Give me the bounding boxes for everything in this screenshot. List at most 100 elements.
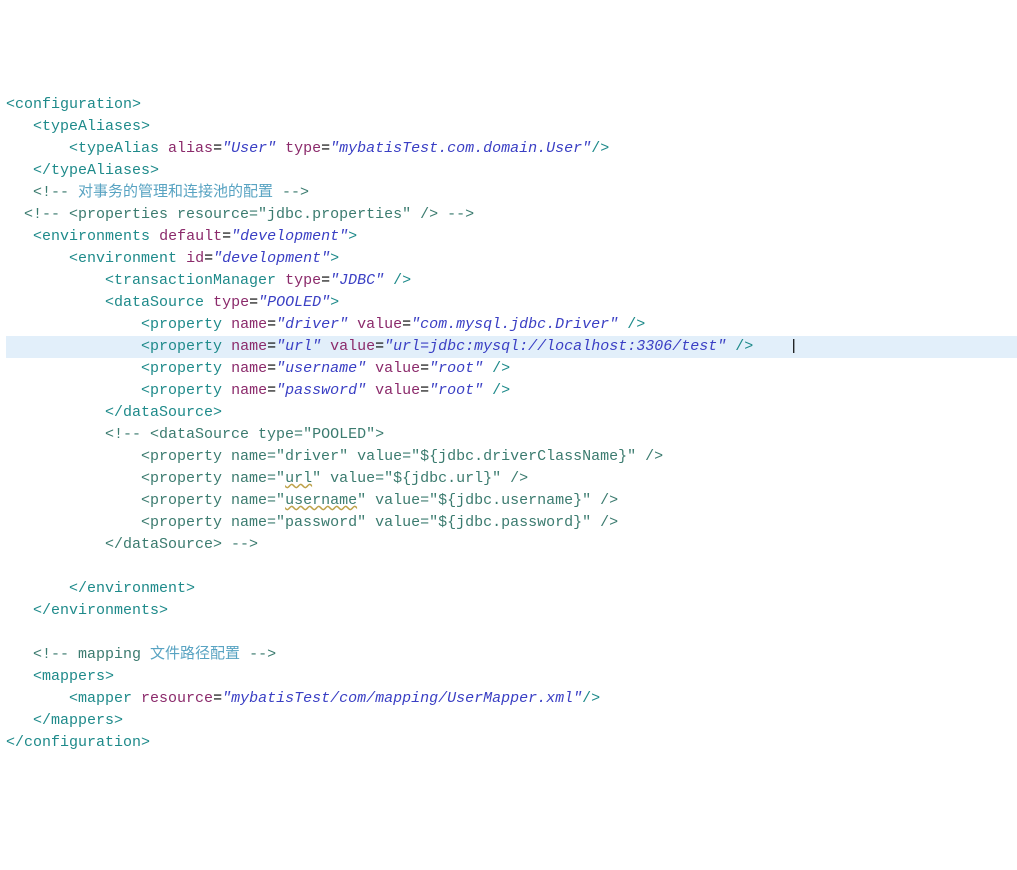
string: "development" xyxy=(231,228,348,245)
string: "root" xyxy=(429,382,483,399)
code-line: <environment id="development"> xyxy=(6,250,339,267)
code-line: <mapper resource="mybatisTest/com/mappin… xyxy=(6,690,600,707)
code-line: </environments> xyxy=(6,602,168,619)
code-line: <typeAliases> xyxy=(6,118,150,135)
string: "com.mysql.jdbc.Driver" xyxy=(411,316,618,333)
comment: --> xyxy=(249,646,276,663)
string: "password" xyxy=(276,382,366,399)
string: "url=jdbc:mysql://localhost:3306/test" xyxy=(384,338,726,355)
attr: type xyxy=(285,140,321,157)
tag: <mapper xyxy=(69,690,132,707)
comment-warn: url xyxy=(285,470,312,487)
code-line: <!-- <dataSource type="POOLED"> xyxy=(6,426,384,443)
comment-cjk: 文件路径配置 xyxy=(150,646,249,663)
tag: <dataSource xyxy=(105,294,204,311)
comment: <property name="driver" value="${jdbc.dr… xyxy=(132,448,663,465)
attr: type xyxy=(213,294,249,311)
attr: value xyxy=(375,360,420,377)
string: "mybatisTest.com.domain.User" xyxy=(330,140,591,157)
tag: <transactionManager xyxy=(105,272,276,289)
string: "mybatisTest/com/mapping/UserMapper.xml" xyxy=(222,690,582,707)
tag: <environments xyxy=(33,228,150,245)
string: "JDBC" xyxy=(330,272,384,289)
code-line: </typeAliases> xyxy=(6,162,159,179)
comment: <!-- mapping xyxy=(33,646,150,663)
tag: > xyxy=(348,228,357,245)
comment: <property name="password" value="${jdbc.… xyxy=(132,514,618,531)
comment-warn: username xyxy=(285,492,357,509)
comment: <property name=" xyxy=(132,492,285,509)
tag: <configuration> xyxy=(6,96,141,113)
tag: > xyxy=(330,294,339,311)
code-line: <property name="url" value="${jdbc.url}"… xyxy=(6,470,528,487)
string: "POOLED" xyxy=(258,294,330,311)
string: "development" xyxy=(213,250,330,267)
attr: value xyxy=(357,316,402,333)
tag: /> xyxy=(384,272,411,289)
tag: </typeAliases> xyxy=(33,162,159,179)
tag: </mappers> xyxy=(33,712,123,729)
string: "root" xyxy=(429,360,483,377)
xml-code-block: <configuration> <typeAliases> <typeAlias… xyxy=(0,88,1017,760)
string: "User" xyxy=(222,140,276,157)
comment: " value="${jdbc.url}" /> xyxy=(312,470,528,487)
tag: /> xyxy=(618,316,645,333)
attr: value xyxy=(330,338,375,355)
code-line: </environment> xyxy=(6,580,195,597)
tag: <typeAliases> xyxy=(33,118,150,135)
tag: <property xyxy=(141,360,222,377)
comment: " value="${jdbc.username}" /> xyxy=(357,492,618,509)
tag: </environment> xyxy=(69,580,195,597)
code-line: <environments default="development"> xyxy=(6,228,357,245)
tag: /> xyxy=(582,690,600,707)
comment: <!-- <dataSource type="POOLED"> xyxy=(105,426,384,443)
tag: <property xyxy=(141,316,222,333)
string: "url" xyxy=(276,338,321,355)
comment: <!-- xyxy=(33,184,69,201)
tag: <typeAlias xyxy=(69,140,159,157)
code-line: <property name="password" value="root" /… xyxy=(6,382,510,399)
code-line: <!-- mapping 文件路径配置 --> xyxy=(6,646,276,663)
attr: type xyxy=(285,272,321,289)
code-line: </configuration> xyxy=(6,734,150,751)
code-line: <dataSource type="POOLED"> xyxy=(6,294,339,311)
tag: </configuration> xyxy=(6,734,150,751)
attr: resource xyxy=(141,690,213,707)
code-line: <!-- <properties resource="jdbc.properti… xyxy=(6,206,474,223)
tag: <property xyxy=(141,382,222,399)
attr: name xyxy=(231,316,267,333)
code-line: </dataSource> --> xyxy=(6,536,258,553)
comment-cjk: 对事务的管理和连接池的配置 xyxy=(69,184,282,201)
code-line: <property name="driver" value="${jdbc.dr… xyxy=(6,448,663,465)
comment: --> xyxy=(282,184,309,201)
code-line: <property name="username" value="${jdbc.… xyxy=(6,492,618,509)
tag: /> xyxy=(483,382,510,399)
tag: <mappers> xyxy=(33,668,114,685)
tag: </environments> xyxy=(33,602,168,619)
string: "username" xyxy=(276,360,366,377)
tag: /> xyxy=(591,140,609,157)
attr: name xyxy=(231,382,267,399)
code-line: <property name="username" value="root" /… xyxy=(6,360,510,377)
code-line: </mappers> xyxy=(6,712,123,729)
attr: name xyxy=(231,360,267,377)
comment: <property name=" xyxy=(132,470,285,487)
code-line: </dataSource> xyxy=(6,404,222,421)
code-line: <property name="driver" value="com.mysql… xyxy=(6,316,645,333)
code-line xyxy=(6,558,15,575)
comment: </dataSource> --> xyxy=(96,536,258,553)
code-line: <property name="password" value="${jdbc.… xyxy=(6,514,618,531)
comment: <!-- <properties resource="jdbc.properti… xyxy=(24,206,474,223)
code-line: <mappers> xyxy=(6,668,114,685)
code-line: <configuration> xyxy=(6,96,141,113)
attr: name xyxy=(231,338,267,355)
attr: id xyxy=(186,250,204,267)
code-line: <!-- 对事务的管理和连接池的配置 --> xyxy=(6,184,309,201)
tag: <environment xyxy=(69,250,177,267)
highlighted-line: <property name="url" value="url=jdbc:mys… xyxy=(6,336,1017,358)
tag: <property xyxy=(141,338,222,355)
attr: default xyxy=(159,228,222,245)
tag: /> xyxy=(483,360,510,377)
code-line: <typeAlias alias="User" type="mybatisTes… xyxy=(6,140,609,157)
string: "driver" xyxy=(276,316,348,333)
